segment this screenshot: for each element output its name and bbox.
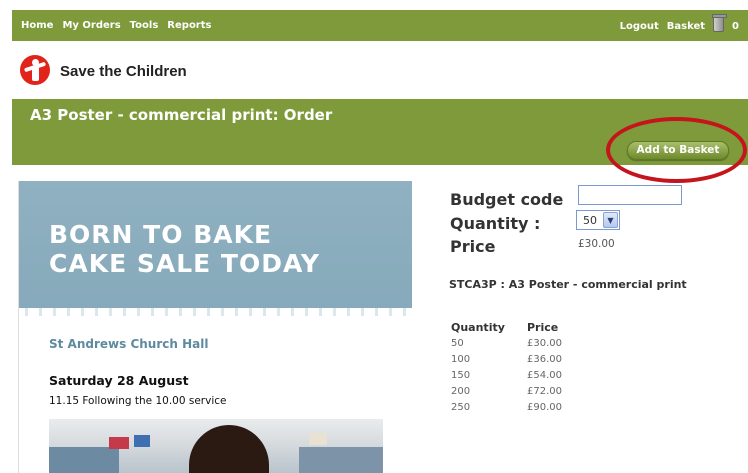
poster-headline-line2: CAKE SALE TODAY — [49, 249, 321, 278]
account-links: Logout Basket 0 — [620, 14, 739, 32]
nav-reports[interactable]: Reports — [167, 20, 211, 31]
poster-date: Saturday 28 August — [49, 373, 189, 388]
poster-headline: BORN TO BAKE CAKE SALE TODAY — [49, 220, 320, 278]
row-price: £30.00 — [527, 338, 562, 349]
row-quantity: 200 — [451, 386, 471, 397]
row-quantity: 250 — [451, 402, 471, 413]
basket-count: 0 — [732, 20, 739, 32]
top-nav-bar: Home My Orders Tools Reports Logout Bask… — [12, 10, 748, 41]
main-nav: Home My Orders Tools Reports — [21, 20, 211, 31]
poster-torn-edge — [19, 308, 412, 316]
basket-link[interactable]: Basket — [667, 21, 705, 32]
table-row: 250 £90.00 — [451, 402, 601, 416]
budget-code-input[interactable] — [578, 185, 682, 205]
poster-photo — [49, 419, 383, 473]
column-header-quantity: Quantity — [451, 321, 505, 334]
row-price: £90.00 — [527, 402, 562, 413]
table-header-row: Quantity Price — [451, 321, 601, 335]
page-title: A3 Poster - commercial print: Order — [30, 106, 333, 124]
column-header-price: Price — [527, 321, 559, 334]
row-quantity: 50 — [451, 338, 464, 349]
row-quantity: 150 — [451, 370, 471, 381]
price-label: Price — [450, 237, 496, 256]
poster-headline-panel: BORN TO BAKE CAKE SALE TODAY — [19, 181, 412, 316]
row-price: £36.00 — [527, 354, 562, 365]
nav-my-orders[interactable]: My Orders — [62, 20, 120, 31]
nav-home[interactable]: Home — [21, 20, 53, 31]
table-row: 50 £30.00 — [451, 338, 601, 352]
logo-row: Save the Children — [12, 41, 748, 99]
table-row: 150 £54.00 — [451, 370, 601, 384]
product-sku-line: STCA3P : A3 Poster - commercial print — [449, 278, 687, 291]
poster-preview: BORN TO BAKE CAKE SALE TODAY St Andrews … — [18, 181, 412, 473]
add-to-basket-button[interactable]: Add to Basket — [627, 141, 729, 160]
row-price: £54.00 — [527, 370, 562, 381]
brand-name: Save the Children — [60, 63, 187, 80]
table-row: 200 £72.00 — [451, 386, 601, 400]
poster-headline-line1: BORN TO BAKE — [49, 220, 273, 249]
basket-icon[interactable] — [712, 14, 728, 32]
price-value: £30.00 — [578, 238, 615, 250]
poster-time: 11.15 Following the 10.00 service — [49, 395, 227, 407]
quantity-select[interactable]: 50 ▼ — [576, 210, 620, 230]
poster-venue: St Andrews Church Hall — [49, 337, 209, 351]
row-price: £72.00 — [527, 386, 562, 397]
save-the-children-logo-icon — [20, 55, 50, 85]
row-quantity: 100 — [451, 354, 471, 365]
quantity-label: Quantity : — [450, 214, 541, 233]
nav-tools[interactable]: Tools — [130, 20, 159, 31]
table-row: 100 £36.00 — [451, 354, 601, 368]
budget-code-label: Budget code — [450, 190, 564, 209]
chevron-down-icon[interactable]: ▼ — [603, 212, 618, 228]
quantity-selected-value: 50 — [583, 214, 597, 227]
logout-link[interactable]: Logout — [620, 21, 659, 32]
